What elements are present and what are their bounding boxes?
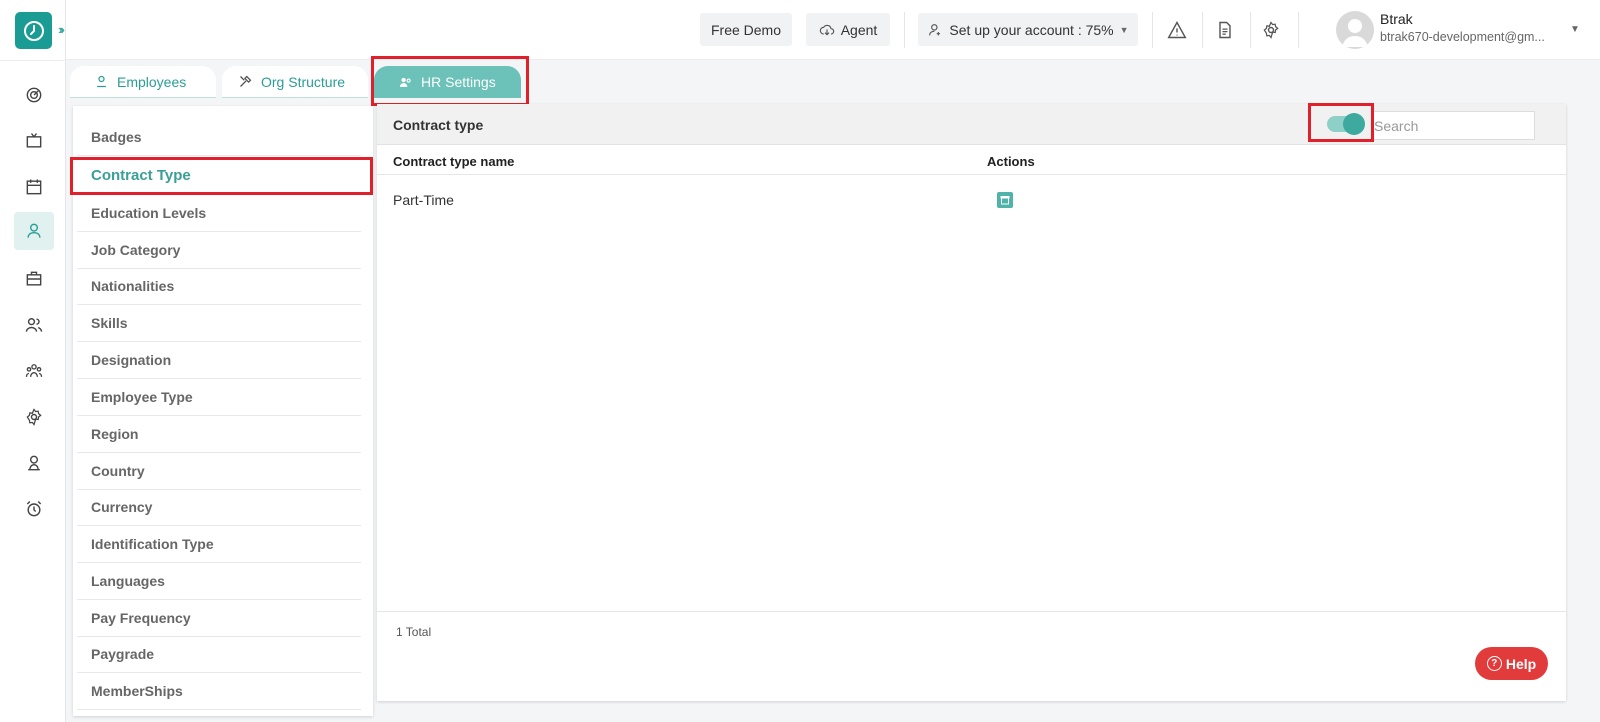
table-footer-divider [377,611,1566,612]
app-logo[interactable] [15,12,52,49]
tab-employees-label: Employees [117,73,187,90]
rail-briefcase-icon[interactable] [14,260,54,298]
highlight-hr-settings [371,56,529,106]
user-name: Btrak [1380,11,1413,27]
topbar-divider [1250,12,1251,48]
setup-label: Set up your account : 75% [949,21,1114,38]
help-button[interactable]: ? Help [1475,647,1548,680]
settings-item-currency[interactable]: Currency [77,489,361,526]
total-count: 1 Total [396,625,432,639]
expand-rail-icon[interactable]: ››› [58,22,65,37]
settings-item-skills[interactable]: Skills [77,305,361,342]
settings-item-designation[interactable]: Designation [77,342,361,379]
column-header-name: Contract type name [393,154,515,169]
highlight-toggle [1308,103,1374,142]
settings-item-employee-type[interactable]: Employee Type [77,379,361,416]
settings-item-badges[interactable]: Badges [77,119,361,156]
tab-employees[interactable]: Employees [70,66,216,98]
panel-title: Contract type [393,117,484,133]
settings-item-region[interactable]: Region [77,416,361,453]
help-label: Help [1505,655,1537,672]
agent-button[interactable]: Agent [806,13,890,46]
chevron-down-icon: ▼ [1119,24,1129,35]
rail-dashboard-icon[interactable] [14,76,54,114]
gear-icon[interactable] [1259,18,1283,42]
rail-settings-icon[interactable] [14,398,54,436]
free-demo-label: Free Demo [710,21,782,38]
settings-item-identification-type[interactable]: Identification Type [77,526,361,563]
person-icon [97,75,106,88]
archive-icon[interactable] [997,192,1013,208]
settings-item-memberships[interactable]: MemberShips [77,673,361,710]
free-demo-button[interactable]: Free Demo [700,13,792,46]
rail-profile-icon[interactable] [14,444,54,482]
topbar-divider [1298,12,1299,48]
tab-org-structure[interactable]: Org Structure [222,66,368,98]
avatar[interactable] [1336,11,1374,49]
user-email: btrak670-development@gm... [1380,30,1545,44]
table-row-name: Part-Time [393,192,454,208]
settings-list: Badges Contract Type Education Levels Jo… [73,106,373,716]
rail-employee-icon[interactable] [14,212,54,250]
warning-icon[interactable] [1165,18,1189,42]
column-header-actions: Actions [987,154,1035,169]
rail-alarm-icon[interactable] [14,490,54,528]
setup-account-button[interactable]: Set up your account : 75% ▼ [918,13,1138,46]
rail-divider [0,60,66,61]
help-circle-icon: ? [1486,656,1502,671]
topbar-divider [1202,12,1203,48]
topbar-divider [904,12,905,48]
rail-team-icon[interactable] [14,352,54,390]
document-icon[interactable] [1213,18,1237,42]
table-header-divider [377,174,1566,175]
panel-header: Contract type [377,104,1566,145]
user-avatar-icon [1342,19,1368,47]
settings-item-languages[interactable]: Languages [77,563,361,600]
clock-logo-icon [23,20,44,41]
topbar-divider [1152,12,1153,48]
settings-item-pay-frequency[interactable]: Pay Frequency [77,600,361,637]
search-input[interactable] [1371,111,1535,140]
settings-item-job-category[interactable]: Job Category [77,232,361,269]
tab-org-structure-label: Org Structure [261,73,346,90]
rail-tv-icon[interactable] [14,122,54,160]
cloud-download-icon [819,24,834,35]
agent-label: Agent [840,21,878,38]
contract-type-panel: Contract type Contract type name Actions… [377,104,1566,701]
settings-item-education-levels[interactable]: Education Levels [77,195,361,232]
settings-item-country[interactable]: Country [77,453,361,490]
highlight-contract-type [70,157,373,195]
settings-item-nationalities[interactable]: Nationalities [77,268,361,305]
user-menu-chevron-icon[interactable]: ▼ [1570,24,1580,35]
rail-calendar-icon[interactable] [14,168,54,206]
rail-users-icon[interactable] [14,306,54,344]
user-setup-icon [929,23,941,35]
settings-item-paygrade[interactable]: Paygrade [77,636,361,673]
left-rail: ››› [0,0,66,722]
tools-icon [240,75,252,87]
